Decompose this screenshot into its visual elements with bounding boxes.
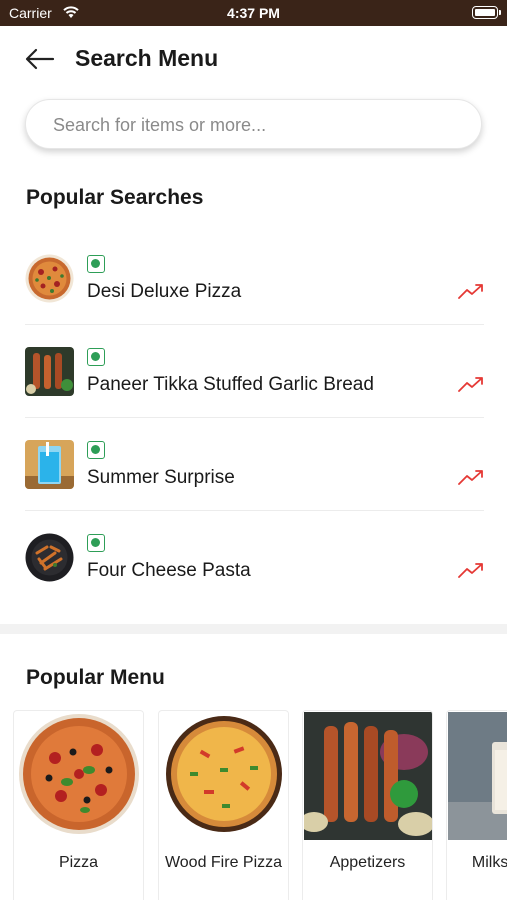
menu-card-label: Wood Fire Pizza bbox=[164, 854, 283, 871]
tikka-thumb-icon bbox=[25, 347, 74, 396]
pizza-image-icon bbox=[15, 712, 143, 840]
popular-searches-title: Popular Searches bbox=[26, 186, 204, 209]
header: Search Menu bbox=[0, 26, 507, 94]
appetizers-image-icon bbox=[304, 712, 432, 840]
veg-indicator-icon bbox=[87, 255, 105, 273]
back-arrow-icon[interactable] bbox=[22, 44, 58, 74]
veg-indicator-icon bbox=[87, 534, 105, 552]
menu-card-wood-fire-pizza[interactable]: Wood Fire Pizza bbox=[158, 710, 289, 900]
battery-icon bbox=[472, 6, 501, 19]
popular-menu-title: Popular Menu bbox=[26, 666, 165, 689]
item-name: Desi Deluxe Pizza bbox=[87, 281, 242, 302]
list-item[interactable]: Paneer Tikka Stuffed Garlic Bread bbox=[0, 325, 507, 418]
pizza-thumb-icon bbox=[25, 254, 74, 303]
menu-card-milkshakes[interactable]: Milkshakes bbox=[446, 710, 507, 900]
milkshake-image-icon bbox=[448, 712, 507, 840]
menu-card-label: Appetizers bbox=[329, 854, 406, 871]
section-separator bbox=[0, 624, 507, 634]
popular-menu-carousel[interactable]: Pizza Wood Fire Pizza Appetizers Milks bbox=[13, 710, 507, 900]
veg-indicator-icon bbox=[87, 348, 105, 366]
clock: 4:37 PM bbox=[227, 5, 280, 21]
item-name: Paneer Tikka Stuffed Garlic Bread bbox=[87, 374, 374, 395]
trending-icon bbox=[458, 377, 483, 392]
item-name: Summer Surprise bbox=[87, 467, 235, 488]
menu-card-label: Pizza bbox=[58, 854, 99, 871]
pasta-thumb-icon bbox=[25, 533, 74, 582]
trending-icon bbox=[458, 284, 483, 299]
menu-card-label: Milkshakes bbox=[471, 854, 507, 871]
veg-indicator-icon bbox=[87, 441, 105, 459]
search-bar[interactable] bbox=[25, 99, 482, 150]
menu-card-appetizers[interactable]: Appetizers bbox=[302, 710, 433, 900]
list-item[interactable]: Desi Deluxe Pizza bbox=[0, 232, 507, 325]
trending-icon bbox=[458, 563, 483, 578]
menu-card-pizza[interactable]: Pizza bbox=[13, 710, 144, 900]
drink-thumb-icon bbox=[25, 440, 74, 489]
page-title: Search Menu bbox=[75, 45, 219, 71]
status-bar: Carrier 4:37 PM bbox=[0, 0, 507, 26]
list-item[interactable]: Summer Surprise bbox=[0, 418, 507, 511]
popular-searches-list: Desi Deluxe Pizza Paneer Tikka Stuffed G… bbox=[0, 232, 507, 604]
item-name: Four Cheese Pasta bbox=[87, 560, 251, 581]
wood-fire-pizza-image-icon bbox=[160, 712, 288, 840]
list-item[interactable]: Four Cheese Pasta bbox=[0, 511, 507, 604]
trending-icon bbox=[458, 470, 483, 485]
search-input[interactable] bbox=[51, 100, 475, 150]
